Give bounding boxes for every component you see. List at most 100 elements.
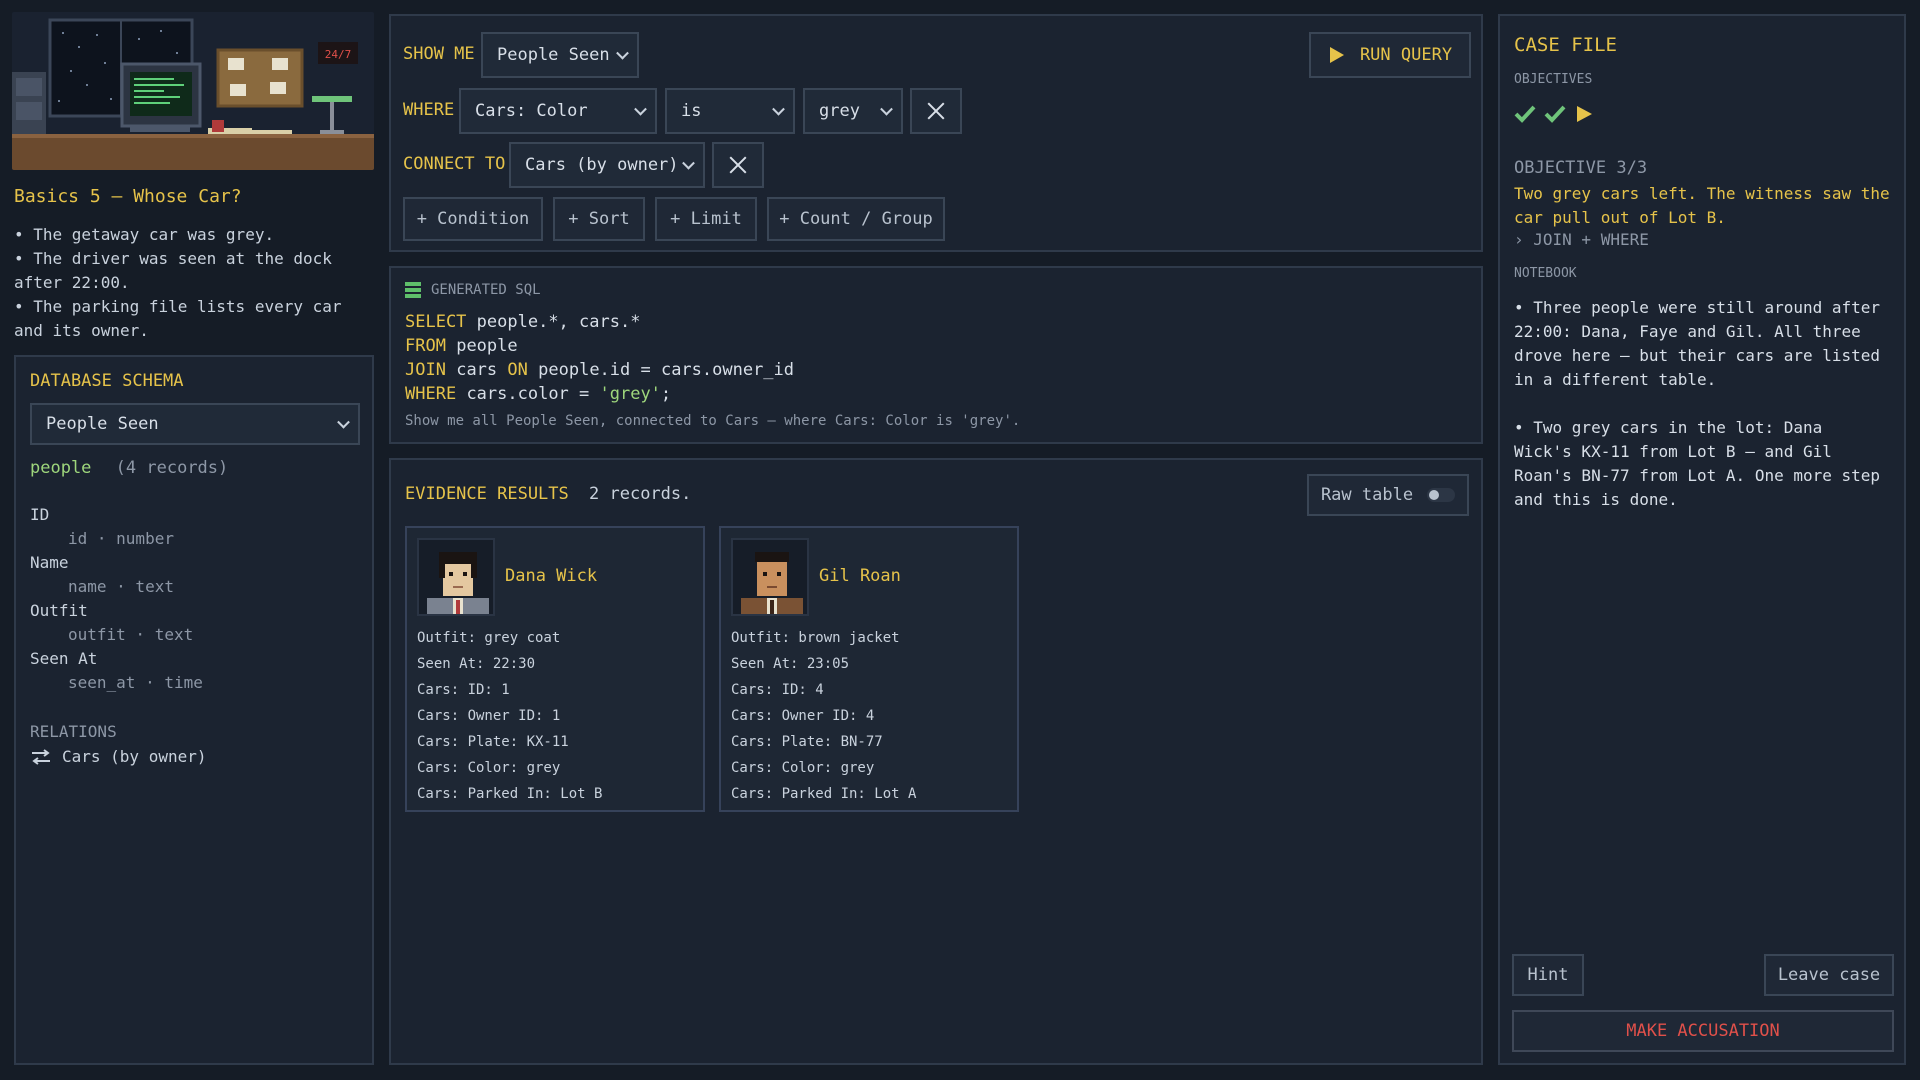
suspect-portrait-icon [731, 538, 809, 616]
add-count-group-button[interactable]: + Count / Group [767, 197, 945, 241]
show-me-label: SHOW ME [403, 44, 475, 64]
where-field-select[interactable]: Cars: Color [459, 88, 657, 134]
sql-line: JOIN cars ON people.id = cars.owner_id [405, 360, 795, 380]
chevron-down-icon [337, 415, 350, 429]
show-me-select[interactable]: People Seen [481, 32, 639, 78]
where-field-select-value: Cars: Color [475, 101, 588, 121]
where-operator-select-value: is [681, 101, 702, 121]
evidence-row: Seen At: 23:05 [731, 656, 850, 672]
generated-sql-panel: GENERATED SQL SELECT people.*, cars.* FR… [389, 266, 1483, 444]
evidence-row: Seen At: 22:30 [417, 656, 536, 672]
clue-line: • The parking file lists every car and i… [14, 297, 342, 340]
database-icon [405, 282, 421, 298]
evidence-card-dana-wick[interactable]: Dana Wick Outfit: grey coat Seen At: 22:… [405, 526, 705, 812]
remove-where-button[interactable] [910, 88, 962, 134]
chevron-down-icon [682, 156, 695, 170]
schema-heading: DATABASE SCHEMA [30, 371, 184, 391]
schema-field-column: seen_at · time [68, 673, 203, 692]
objectives-progress [1514, 104, 1594, 124]
chevron-down-icon [772, 102, 785, 116]
make-accusation-button[interactable]: MAKE ACCUSATION [1512, 1010, 1894, 1052]
evidence-row: Outfit: grey coat [417, 630, 561, 646]
generated-sql-heading: GENERATED SQL [431, 282, 541, 298]
evidence-row: Outfit: brown jacket [731, 630, 900, 646]
schema-field-label: Seen At [30, 649, 98, 668]
evidence-row: Cars: Owner ID: 1 [417, 708, 561, 724]
office-scene-illustration: 24/7 [12, 12, 374, 170]
relation-cars-by-owner[interactable]: Cars (by owner) [30, 747, 207, 766]
run-query-button[interactable]: RUN QUERY [1309, 32, 1471, 78]
database-schema-panel: DATABASE SCHEMA People Seen people (4 re… [14, 355, 374, 1065]
evidence-results-count: 2 records. [589, 484, 692, 504]
notebook-entry: • Two grey cars in the lot: Dana Wick's … [1514, 418, 1881, 509]
objective-text: Two grey cars left. The witness saw the … [1514, 184, 1890, 227]
evidence-row: Cars: ID: 4 [731, 682, 824, 698]
schema-record-count: (4 records) [115, 458, 229, 478]
schema-field-label: ID [30, 505, 50, 524]
case-file-heading: CASE FILE [1514, 34, 1617, 56]
schema-field-label: Outfit [30, 601, 88, 620]
raw-table-toggle-label: Raw table [1320, 485, 1414, 505]
where-value-select-value: grey [819, 101, 860, 121]
suspect-portrait-icon [417, 538, 495, 616]
hint-button[interactable]: Hint [1512, 954, 1584, 996]
evidence-results-panel: EVIDENCE RESULTS 2 records. Raw table Da… [389, 458, 1483, 1065]
suspect-name: Dana Wick [505, 566, 598, 586]
schema-field-column: id · number [68, 529, 174, 548]
evidence-card-gil-roan[interactable]: Gil Roan Outfit: brown jacket Seen At: 2… [719, 526, 1019, 812]
sql-line: FROM people [405, 336, 518, 356]
schema-field-column: outfit · text [68, 625, 194, 644]
clue-line: • The getaway car was grey. [14, 225, 275, 244]
schema-table-name: people [30, 458, 92, 478]
relations-heading: RELATIONS [30, 722, 117, 741]
evidence-row: Cars: Owner ID: 4 [731, 708, 875, 724]
connect-to-select[interactable]: Cars (by owner) [509, 142, 705, 188]
add-sort-button[interactable]: + Sort [553, 197, 645, 241]
remove-connection-button[interactable] [712, 142, 764, 188]
check-icon [1544, 105, 1566, 123]
objective-counter: OBJECTIVE 3/3 [1514, 158, 1648, 178]
leave-case-button[interactable]: Leave case [1764, 954, 1894, 996]
wall-clock-readout: 24/7 [325, 48, 352, 61]
play-icon [1329, 47, 1344, 63]
notebook-label: NOTEBOOK [1514, 266, 1577, 281]
evidence-row: Cars: Plate: BN-77 [731, 734, 883, 750]
show-me-select-value: People Seen [497, 45, 610, 65]
sql-plain-description: Show me all People Seen, connected to Ca… [405, 413, 1021, 429]
toggle-switch [1427, 488, 1456, 502]
check-icon [1514, 105, 1536, 123]
sql-line: WHERE cars.color = 'grey'; [405, 384, 672, 404]
evidence-results-heading: EVIDENCE RESULTS [405, 484, 569, 504]
chevron-down-icon [880, 102, 893, 116]
schema-table-select[interactable]: People Seen [30, 403, 360, 445]
schema-field-label: Name [30, 553, 69, 572]
where-value-select[interactable]: grey [803, 88, 903, 134]
swap-arrows-icon [32, 748, 50, 765]
evidence-row: Cars: Parked In: Lot B [417, 786, 603, 802]
sql-line: SELECT people.*, cars.* [405, 312, 641, 332]
evidence-row: Cars: ID: 1 [417, 682, 510, 698]
suspect-name: Gil Roan [819, 566, 901, 586]
add-limit-button[interactable]: + Limit [655, 197, 757, 241]
where-operator-select[interactable]: is [665, 88, 795, 134]
where-label: WHERE [403, 100, 455, 120]
chevron-down-icon [616, 46, 629, 60]
run-query-label: RUN QUERY [1359, 45, 1453, 65]
add-condition-button[interactable]: + Condition [403, 197, 543, 241]
evidence-row: Cars: Color: grey [731, 760, 875, 776]
current-objective-play-icon [1577, 106, 1592, 122]
case-title: Basics 5 — Whose Car? [14, 186, 242, 207]
chevron-down-icon [634, 102, 647, 116]
schema-table-select-value: People Seen [46, 414, 159, 434]
connect-to-label: CONNECT TO [403, 154, 506, 174]
objectives-label: OBJECTIVES [1514, 72, 1593, 87]
objective-hint: › JOIN + WHERE [1514, 230, 1649, 249]
raw-table-toggle[interactable]: Raw table [1307, 474, 1469, 516]
connect-to-select-value: Cars (by owner) [525, 155, 679, 175]
evidence-row: Cars: Color: grey [417, 760, 561, 776]
query-builder-panel: SHOW ME People Seen RUN QUERY WHERE Cars… [389, 14, 1483, 252]
evidence-row: Cars: Parked In: Lot A [731, 786, 917, 802]
notebook-entry: • Three people were still around after 2… [1514, 298, 1881, 389]
clue-line: • The driver was seen at the dock after … [14, 249, 332, 292]
evidence-row: Cars: Plate: KX-11 [417, 734, 569, 750]
